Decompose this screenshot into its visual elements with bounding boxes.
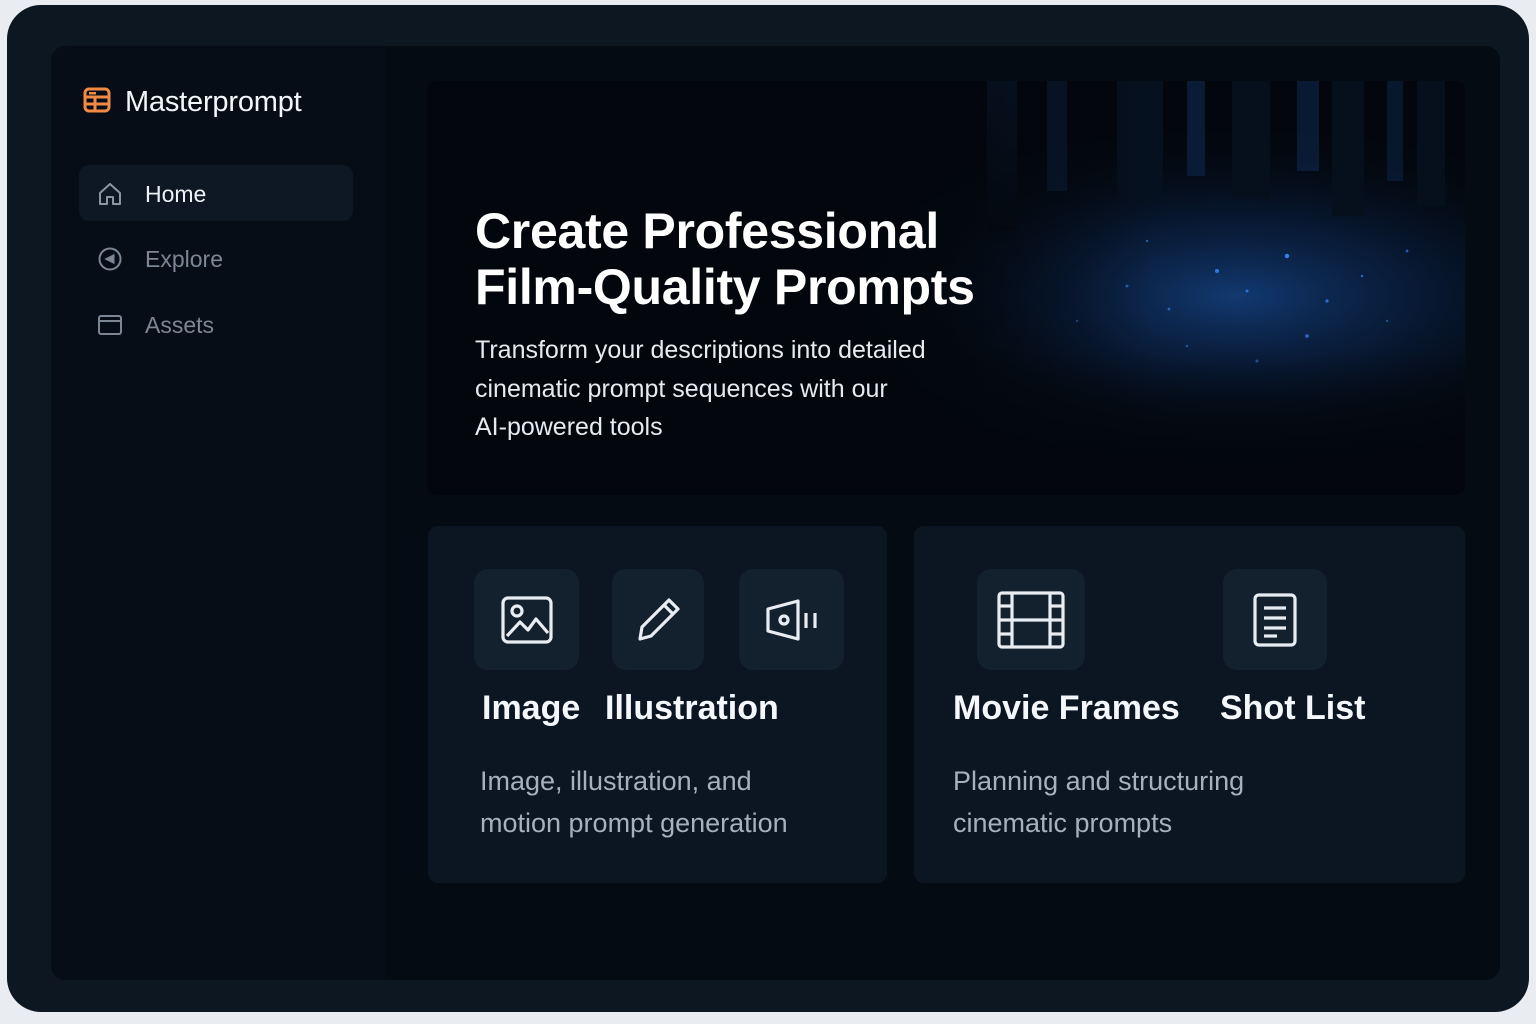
feature-label-shot-list: Shot List bbox=[1220, 689, 1366, 727]
sidebar-item-label: Home bbox=[145, 181, 207, 207]
sidebar: Masterprompt Home Explore Assets bbox=[51, 46, 385, 980]
hero-subtitle-line: cinematic prompt sequences with our bbox=[475, 374, 888, 403]
card-description: Image, illustration, and motion prompt g… bbox=[480, 760, 860, 844]
illustration-tile[interactable] bbox=[612, 569, 704, 670]
sidebar-item-label: Explore bbox=[145, 246, 223, 272]
motion-tile[interactable] bbox=[739, 569, 844, 670]
image-icon bbox=[500, 593, 554, 647]
card-description-line: motion prompt generation bbox=[480, 808, 788, 838]
sidebar-item-label: Assets bbox=[145, 312, 215, 338]
layout-icon bbox=[83, 86, 111, 119]
card-description-line: Image, illustration, and bbox=[480, 766, 752, 796]
generation-card: Image Illustration Image, illustration, … bbox=[428, 526, 887, 883]
feature-label-illustration: Illustration bbox=[605, 689, 779, 727]
document-icon bbox=[1251, 592, 1299, 648]
app-screen: Masterprompt Home Explore Assets Create … bbox=[51, 46, 1500, 980]
hero-title-line: Create Professional bbox=[475, 203, 939, 259]
brand[interactable]: Masterprompt bbox=[83, 86, 302, 119]
card-description-line: Planning and structuring bbox=[953, 766, 1245, 796]
card-description: Planning and structuring cinematic promp… bbox=[953, 760, 1333, 844]
shot-list-tile[interactable] bbox=[1223, 569, 1327, 670]
hero-title-line: Film-Quality Prompts bbox=[475, 259, 975, 315]
hero-banner: Create Professional Film-Quality Prompts… bbox=[427, 81, 1465, 495]
hero-subtitle-line: Transform your descriptions into detaile… bbox=[475, 336, 926, 364]
app-name: Masterprompt bbox=[125, 86, 302, 118]
hero-subtitle: Transform your descriptions into detaile… bbox=[475, 331, 995, 447]
image-tile[interactable] bbox=[474, 569, 579, 670]
sidebar-item-explore[interactable]: Explore bbox=[79, 230, 353, 286]
feature-label-movie-frames: Movie Frames bbox=[953, 689, 1180, 727]
sidebar-item-assets[interactable]: Assets bbox=[79, 296, 353, 352]
compass-icon bbox=[97, 246, 123, 272]
folder-icon bbox=[97, 312, 123, 338]
card-description-line: cinematic prompts bbox=[953, 808, 1173, 838]
hero-title: Create Professional Film-Quality Prompts bbox=[475, 203, 1075, 315]
hero-subtitle-line: AI-powered tools bbox=[475, 413, 663, 441]
feature-label-image: Image bbox=[482, 689, 581, 727]
sidebar-item-home[interactable]: Home bbox=[79, 165, 353, 221]
planning-card: Movie Frames Shot List Planning and stru… bbox=[914, 526, 1465, 883]
movie-frames-tile[interactable] bbox=[977, 569, 1085, 670]
device-frame: Masterprompt Home Explore Assets Create … bbox=[7, 5, 1529, 1012]
pencil-icon bbox=[631, 593, 685, 647]
film-strip-icon bbox=[997, 590, 1065, 649]
home-icon bbox=[97, 181, 123, 207]
video-camera-icon bbox=[762, 595, 822, 645]
